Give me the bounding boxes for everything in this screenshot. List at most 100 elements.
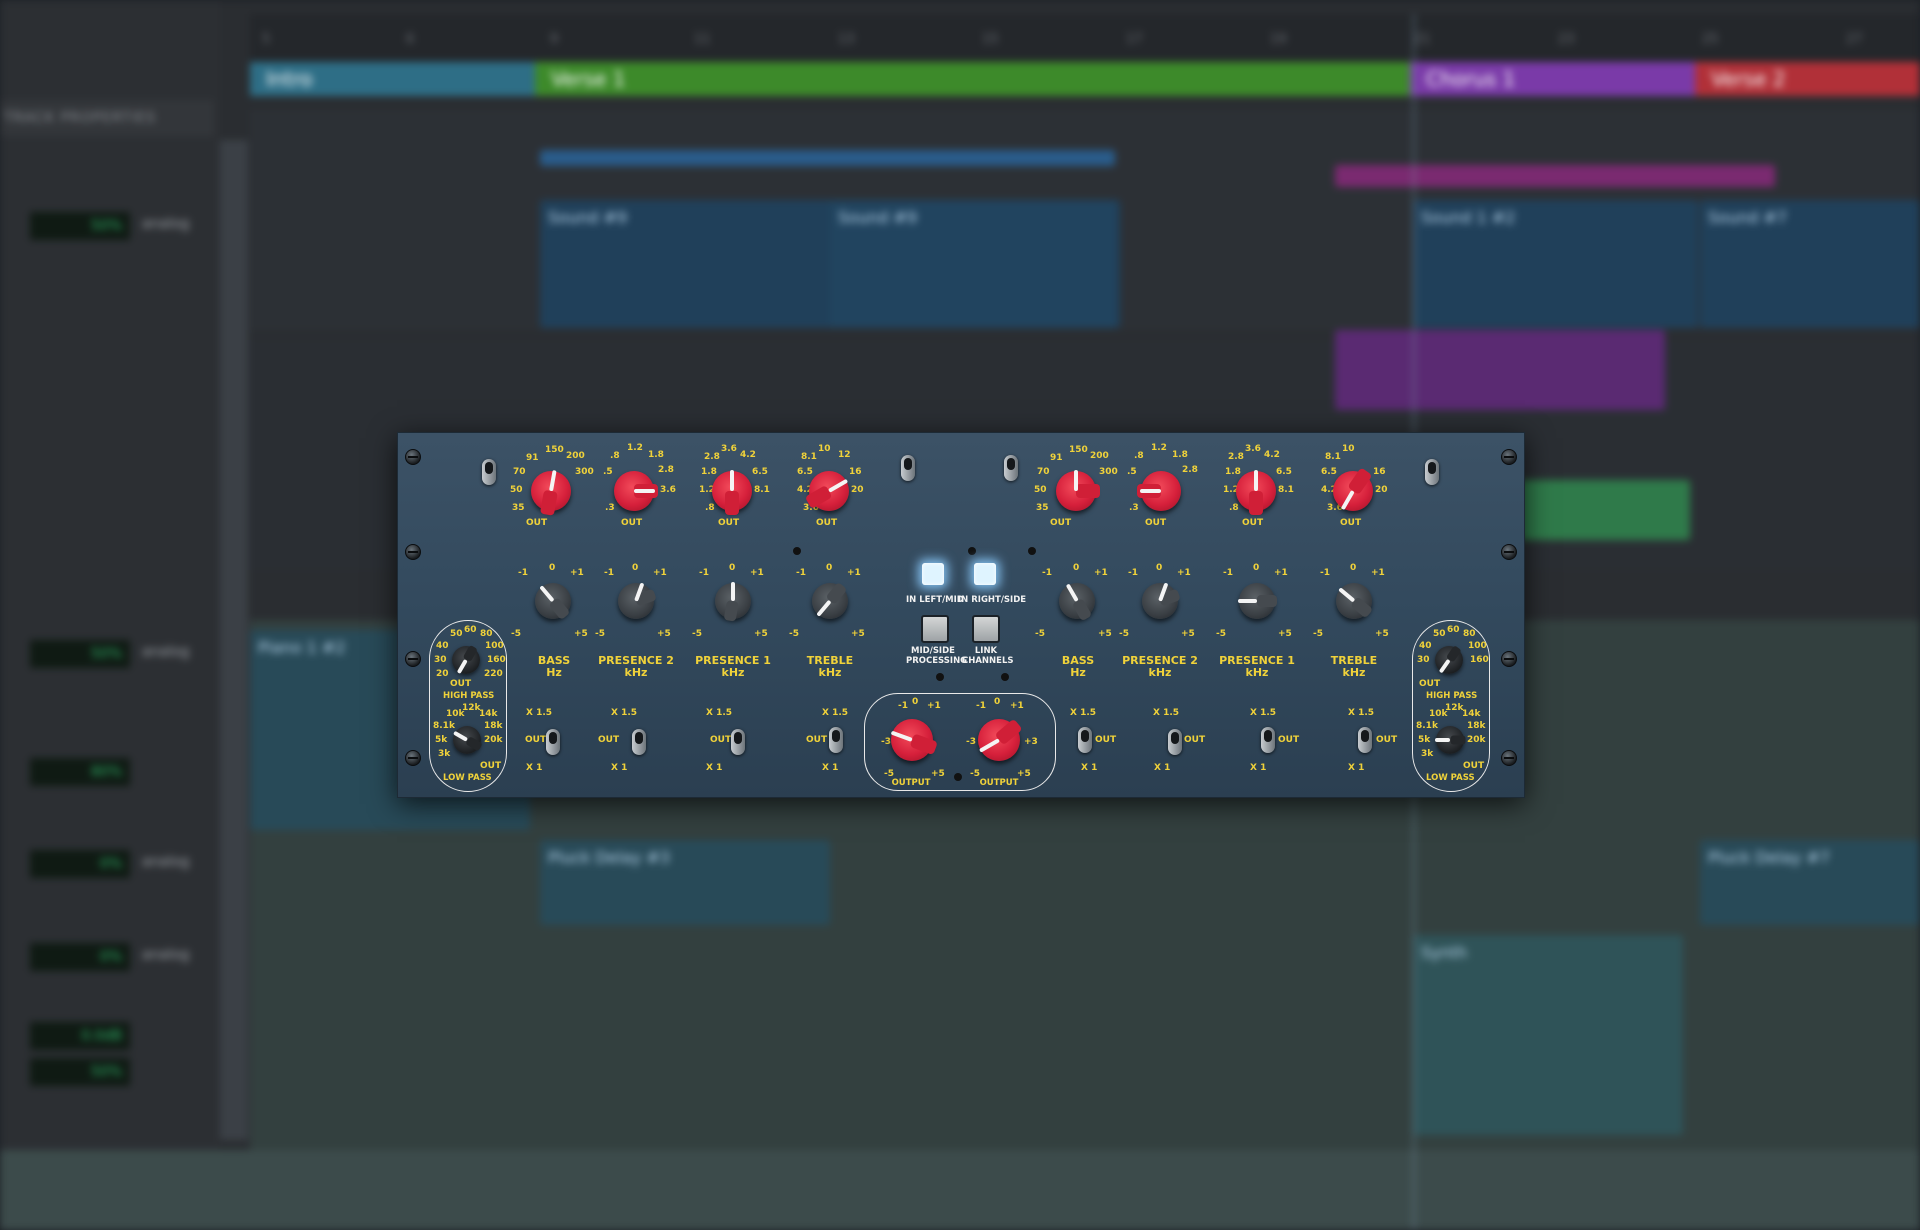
gain-tick: +5 (1278, 629, 1292, 639)
bass-freq-knob-right[interactable] (1056, 470, 1100, 511)
automation-clip[interactable] (1335, 165, 1775, 187)
hp-tick: 30 (1417, 655, 1430, 665)
lowpass-knob-right[interactable] (1435, 726, 1466, 754)
in-left-mid-led[interactable] (922, 563, 944, 585)
scale-tick: 200 (566, 451, 585, 461)
scale-tick: 1.8 (701, 467, 717, 477)
treble-mult-toggle-right[interactable] (1358, 727, 1372, 753)
treble-freq-knob-left[interactable] (804, 471, 849, 511)
highpass-knob-left[interactable] (452, 644, 480, 674)
treble-gain-knob-left[interactable] (812, 581, 848, 619)
in-right-side-led[interactable] (974, 563, 996, 585)
output-knob-left[interactable] (890, 719, 939, 761)
midi-clip[interactable]: Synth (1413, 935, 1683, 1135)
link-channels-button[interactable] (972, 615, 1000, 643)
pan-readout[interactable]: 50% (30, 1058, 130, 1086)
send-mode: analog (142, 216, 190, 232)
send-meter[interactable]: 80% (30, 758, 130, 786)
scale-tick: 16 (849, 467, 862, 477)
presence1-freq-knob-right[interactable] (1236, 470, 1276, 515)
send-meter[interactable]: 0% (30, 943, 130, 971)
arranger-marker-verse2[interactable]: Verse 2 (1695, 62, 1920, 96)
lp-tick: 12k (462, 703, 481, 713)
bass-freq-knob-left[interactable] (531, 470, 571, 516)
audio-clip[interactable] (1520, 480, 1690, 540)
highpass-knob-right[interactable] (1435, 644, 1463, 674)
send-meter[interactable]: 50% (30, 212, 130, 240)
treble-shape-toggle-right[interactable] (1425, 459, 1439, 485)
audio-clip[interactable] (1335, 330, 1665, 410)
arranger-marker-intro[interactable]: Intro (250, 62, 535, 96)
bass-unit-right: Hz (1070, 666, 1086, 679)
bass-shape-toggle[interactable] (482, 459, 496, 485)
timeline-ruler[interactable]: 5 6 9 11 13 15 17 19 21 23 25 27 (250, 14, 1920, 66)
arranger-marker-chorus1[interactable]: Chorus 1 (1410, 62, 1695, 96)
output-label-left: OUTPUT (891, 778, 931, 788)
bass-gain-knob-right[interactable] (1059, 583, 1095, 622)
scale-tick: 150 (545, 445, 564, 455)
gain-tick: +1 (847, 568, 861, 578)
scale-tick: 6.5 (1276, 467, 1292, 477)
bass-gain-knob-left[interactable] (535, 583, 571, 621)
scale-tick: OUT (816, 518, 838, 528)
bass-shape-toggle-right[interactable] (1004, 455, 1018, 481)
hp-tick: 220 (484, 669, 503, 679)
gain-tick: -1 (1223, 568, 1233, 578)
treble-shape-toggle[interactable] (901, 455, 915, 481)
gain-tick: 0 (729, 563, 736, 573)
scale-tick: 20 (1375, 485, 1388, 495)
bar-number: 21 (1414, 32, 1431, 47)
treble-freq-knob-right[interactable] (1333, 467, 1373, 511)
treble-gain-knob-right[interactable] (1336, 583, 1374, 619)
lp-tick: 3k (1421, 749, 1434, 759)
scale-tick: OUT (526, 518, 548, 528)
midi-clip[interactable]: Sound #7 (1700, 200, 1920, 328)
presence1-gain-knob-left[interactable] (715, 582, 751, 622)
midi-clip[interactable]: Pluck Delay #3 (540, 840, 830, 925)
bottom-panel (0, 1150, 1920, 1230)
treble-unit-right: kHz (1342, 666, 1366, 679)
presence2-gain-knob-right[interactable] (1142, 582, 1181, 619)
presence2-mult-toggle-right[interactable] (1168, 729, 1182, 755)
gain-tick: -5 (1313, 629, 1323, 639)
mid-side-processing-button[interactable] (921, 615, 949, 643)
treble-mult-toggle-left[interactable] (829, 727, 843, 753)
bass-mult-toggle-right[interactable] (1078, 727, 1092, 753)
presence2-freq-knob-left[interactable] (614, 471, 658, 511)
hp-tick: 50 (1433, 629, 1446, 639)
midi-clip[interactable]: Pluck Delay #7 (1700, 840, 1920, 925)
hp-tick: 40 (436, 641, 449, 651)
presence2-gain-knob-left[interactable] (618, 582, 657, 619)
panel-hole (954, 773, 962, 781)
scale-tick: OUT (1242, 518, 1264, 528)
panel-hole (968, 547, 976, 555)
volume-readout[interactable]: 0.0dB (30, 1022, 130, 1050)
output-label-right: OUTPUT (979, 778, 1019, 788)
arranger-marker-verse1[interactable]: Verse 1 (535, 62, 1410, 96)
automation-clip[interactable] (540, 150, 1115, 166)
bar-number: 13 (838, 32, 855, 47)
gain-tick: +5 (1181, 629, 1195, 639)
gain-tick: -5 (1216, 629, 1226, 639)
hp-tick: 60 (1447, 625, 1460, 635)
presence2-freq-knob-right[interactable] (1137, 471, 1181, 511)
bar-number: 19 (1270, 32, 1287, 47)
presence1-gain-knob-right[interactable] (1238, 583, 1277, 619)
bass-mult-toggle-left[interactable] (546, 729, 560, 755)
presence1-mult-toggle-right[interactable] (1261, 727, 1275, 753)
rack-screw (405, 449, 421, 465)
presence2-mult-toggle-left[interactable] (632, 729, 646, 755)
send-meter[interactable]: 50% (30, 640, 130, 668)
x15-label: X 1.5 (1348, 708, 1375, 718)
lp-tick: 5k (435, 735, 448, 745)
midi-clip[interactable]: Sound #9 (830, 200, 1115, 328)
send-meter[interactable]: 0% (30, 850, 130, 878)
lowpass-knob-left[interactable] (453, 726, 483, 754)
gain-tick: -1 (699, 568, 709, 578)
output-knob-right[interactable] (978, 718, 1023, 761)
gain-tick: -1 (796, 568, 806, 578)
presence1-mult-toggle-left[interactable] (731, 729, 745, 755)
presence1-freq-knob-left[interactable] (712, 470, 752, 515)
midi-clip[interactable]: Sound 1 #2 (1413, 200, 1698, 328)
out-label: OUT (1376, 735, 1398, 745)
